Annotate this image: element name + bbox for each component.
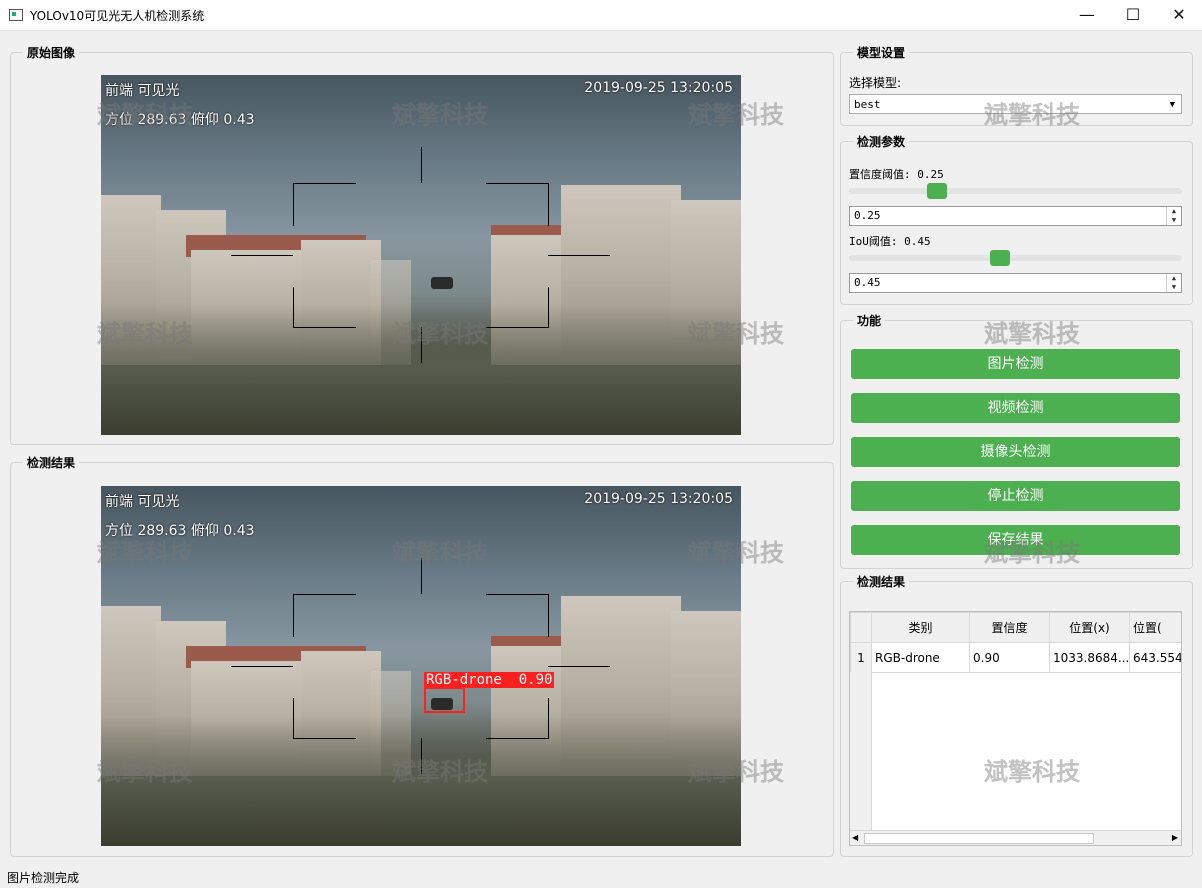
- results-title: 检测结果: [853, 573, 910, 590]
- results-table: 类别 置信度 位置(x) 位置( 1 RGB-drone 0.90 1033.8…: [849, 611, 1182, 846]
- stop-detect-button[interactable]: 停止检测: [851, 481, 1180, 511]
- minimize-button[interactable]: —: [1064, 0, 1110, 30]
- save-results-button[interactable]: 保存结果: [851, 525, 1180, 555]
- iou-slider[interactable]: [849, 255, 1182, 261]
- datetime-label: 2019-09-25 13:20:05: [584, 491, 733, 507]
- model-select[interactable]: best ▼: [849, 94, 1182, 114]
- table-row[interactable]: 1 RGB-drone 0.90 1033.8684... 643.5541: [850, 642, 1181, 673]
- close-button[interactable]: ✕: [1156, 0, 1202, 30]
- scroll-left-icon[interactable]: ◀: [852, 831, 858, 845]
- table-cell[interactable]: 0.90: [969, 642, 1050, 673]
- table-cell[interactable]: 1033.8684...: [1049, 642, 1130, 673]
- result-image: RGB-drone 0.90 前端 可见光 2019-09-25 13:20:0…: [101, 486, 741, 846]
- column-header[interactable]: 位置(x): [1049, 612, 1130, 643]
- iou-spinbox-value: 0.45: [854, 276, 881, 289]
- app-icon: [9, 9, 23, 21]
- camera-label: 前端 可见光: [105, 83, 180, 99]
- conf-spinbox-value: 0.25: [854, 209, 881, 222]
- table-cell[interactable]: 643.5541: [1129, 642, 1181, 673]
- iou-spinbox[interactable]: 0.45 ▲ ▼: [849, 273, 1182, 293]
- drone-object: [431, 277, 453, 289]
- iou-slider-handle[interactable]: [989, 250, 1010, 266]
- image-detect-button[interactable]: 图片检测: [851, 349, 1180, 379]
- iou-threshold-label: IoU阈值: 0.45: [849, 235, 931, 248]
- maximize-button[interactable]: ☐: [1110, 0, 1156, 30]
- scroll-right-icon[interactable]: ▶: [1172, 831, 1178, 845]
- spin-arrows-icon[interactable]: ▲ ▼: [1166, 274, 1181, 292]
- scrollbar-thumb[interactable]: [864, 833, 1094, 844]
- column-header[interactable]: 位置(: [1129, 612, 1181, 643]
- functions-title: 功能: [853, 312, 886, 329]
- result-image-title: 检测结果: [23, 454, 80, 471]
- camera-label: 前端 可见光: [105, 494, 180, 510]
- angles-label: 方位 289.63 俯仰 0.43: [105, 112, 255, 128]
- datetime-label: 2019-09-25 13:20:05: [584, 80, 733, 96]
- conf-slider-handle[interactable]: [927, 183, 948, 199]
- column-header[interactable]: 置信度: [969, 612, 1050, 643]
- model-settings-title: 模型设置: [853, 44, 910, 61]
- conf-threshold-label: 置信度阈值: 0.25: [849, 168, 944, 181]
- table-cell[interactable]: RGB-drone: [871, 642, 970, 673]
- conf-slider[interactable]: [849, 188, 1182, 194]
- title-bar: YOLOv10可见光无人机检测系统 — ☐ ✕: [0, 0, 1202, 31]
- video-detect-button[interactable]: 视频检测: [851, 393, 1180, 423]
- camera-detect-button[interactable]: 摄像头检测: [851, 437, 1180, 467]
- horizontal-scrollbar[interactable]: ◀ ▶: [850, 830, 1181, 845]
- window-title: YOLOv10可见光无人机检测系统: [30, 9, 205, 23]
- original-image-title: 原始图像: [23, 44, 80, 61]
- detection-box: [424, 687, 465, 713]
- column-header[interactable]: 类别: [871, 612, 970, 643]
- row-index: 1: [850, 642, 872, 673]
- angles-label: 方位 289.63 俯仰 0.43: [105, 523, 255, 539]
- row-header-strip: [850, 672, 872, 832]
- spin-arrows-icon[interactable]: ▲ ▼: [1166, 207, 1181, 225]
- model-select-label: 选择模型:: [849, 76, 902, 90]
- conf-spinbox[interactable]: 0.25 ▲ ▼: [849, 206, 1182, 226]
- corner-header[interactable]: [850, 612, 872, 643]
- table-header-row: 类别 置信度 位置(x) 位置(: [850, 612, 1181, 643]
- detection-label: RGB-drone 0.90: [424, 672, 555, 688]
- model-select-value: best: [854, 98, 881, 111]
- chevron-down-icon: ▼: [1169, 100, 1175, 110]
- status-bar: 图片检测完成: [7, 871, 80, 885]
- detect-params-title: 检测参数: [853, 133, 910, 150]
- original-image: 前端 可见光 2019-09-25 13:20:05 方位 289.63 俯仰 …: [101, 75, 741, 435]
